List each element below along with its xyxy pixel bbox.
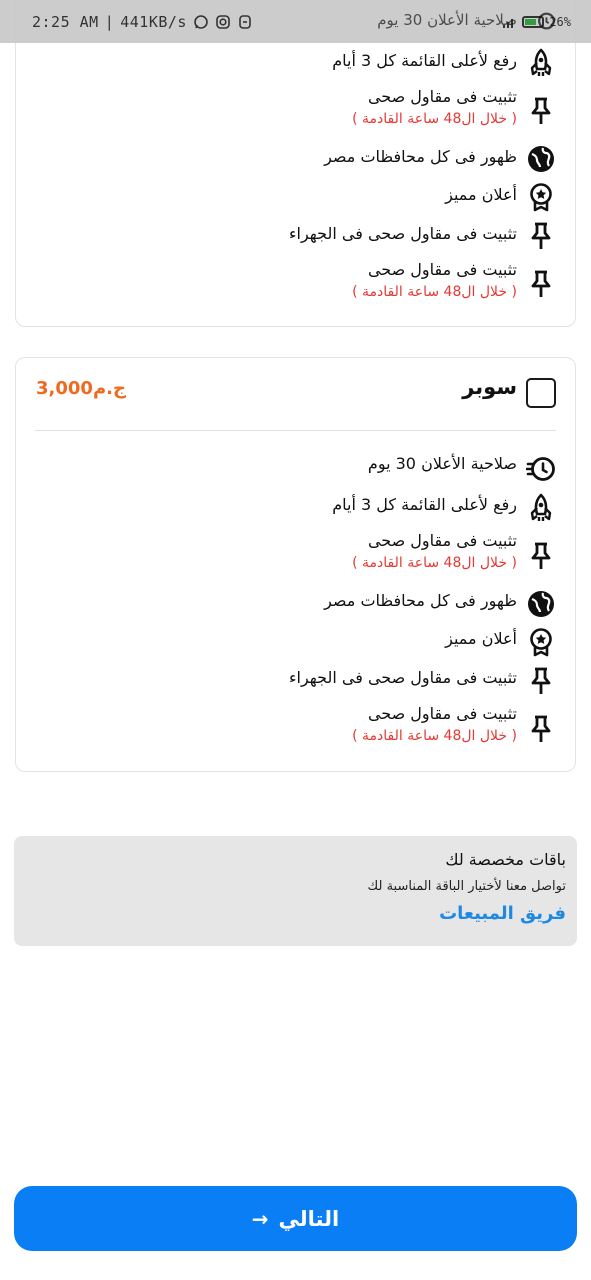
sales-team-link[interactable]: فريق المبيعات [439, 903, 566, 924]
next-button[interactable]: → التالي [14, 1186, 577, 1251]
instagram-icon [215, 14, 231, 30]
pin-icon [526, 541, 556, 571]
feature-text: تثبيت فى مقاول صحى [367, 87, 517, 106]
feature-text: رفع لأعلى القائمة كل 3 أيام [332, 51, 517, 70]
feature-note: ( خلال ال48 ساعة القادمة ) [352, 111, 517, 127]
feature-note: ( خلال ال48 ساعة القادمة ) [352, 728, 517, 744]
custom-packages-box: باقات مخصصة لك تواصل معنا لأختيار الباقة… [14, 836, 577, 946]
whatsapp-icon [193, 14, 209, 30]
globe-icon [526, 144, 556, 174]
package-checkbox[interactable] [526, 378, 556, 408]
feature-text: ظهور فى كل محافظات مصر [324, 147, 517, 166]
notification-app-icon [237, 14, 253, 30]
custom-packages-title: باقات مخصصة لك [445, 850, 566, 869]
status-time: 2:25 AM [32, 12, 99, 31]
package-card-super[interactable]: سوبر 3,000ج.م صلاحية الأعلان 30 يوم رفع … [15, 357, 576, 772]
arrow-right-icon: → [251, 1206, 269, 1231]
feature-note: ( خلال ال48 ساعة القادمة ) [352, 555, 517, 571]
signal-icon [501, 14, 517, 30]
feature-note: ( خلال ال48 ساعة القادمة ) [352, 284, 517, 300]
feature-text: تثبيت فى مقاول صحى [367, 704, 517, 723]
battery-level: 26% [549, 14, 571, 29]
pin-icon [526, 666, 556, 696]
feature-text: تثبيت فى مقاول صحى [367, 531, 517, 550]
package-price: 3,000ج.م [36, 378, 126, 399]
badge-icon [526, 182, 556, 212]
custom-packages-description: تواصل معنا لأختيار الباقة المناسبة لك [367, 879, 566, 894]
pin-icon [526, 714, 556, 744]
feature-text: تثبيت فى مقاول صحى [367, 260, 517, 279]
status-right: 26% [501, 14, 571, 30]
feature-text: أعلان مميز [445, 629, 517, 648]
pin-icon [526, 269, 556, 299]
rocket-icon [526, 48, 556, 78]
feature-text: أعلان مميز [445, 185, 517, 204]
pin-icon [526, 96, 556, 126]
status-network-speed: 441KB/s [120, 12, 187, 31]
feature-text: تثبيت فى مقاول صحى فى الجهراء [288, 224, 517, 243]
status-bar: 2:25 AM | 441KB/s 26% [0, 0, 591, 43]
divider [35, 430, 556, 431]
badge-icon [526, 627, 556, 657]
rocket-icon [526, 493, 556, 523]
next-button-label: التالي [278, 1206, 340, 1231]
package-header: سوبر 3,000ج.م [16, 358, 575, 430]
timer-icon [526, 454, 556, 484]
feature-text: رفع لأعلى القائمة كل 3 أيام [332, 495, 517, 514]
feature-text: تثبيت فى مقاول صحى فى الجهراء [288, 668, 517, 687]
package-card[interactable]: رفع لأعلى القائمة كل 3 أيام تثبيت فى مقا… [15, 0, 576, 327]
battery-icon [522, 15, 545, 28]
feature-text: ظهور فى كل محافظات مصر [324, 591, 517, 610]
status-separator: | [104, 12, 115, 31]
status-left: 2:25 AM | 441KB/s [32, 13, 253, 31]
feature-text: صلاحية الأعلان 30 يوم [367, 454, 517, 473]
pin-icon [526, 221, 556, 251]
globe-icon [526, 589, 556, 619]
package-name: سوبر [462, 375, 517, 399]
